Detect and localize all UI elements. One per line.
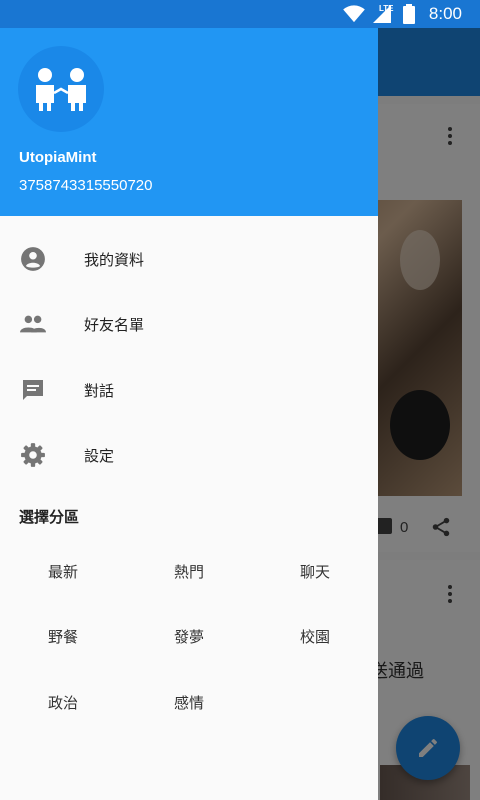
settings-icon: [20, 442, 46, 468]
menu-item-friends-list[interactable]: 好友名單: [0, 296, 378, 352]
navigation-drawer: UtopiaMint 3758743315550720 我的資料 好友名單 對話: [0, 0, 378, 800]
category-popular[interactable]: 熱門: [139, 551, 239, 591]
network-type-label: LTE: [379, 4, 394, 13]
clock: 8:00: [428, 4, 462, 23]
menu-item-label: 對話: [84, 381, 115, 400]
menu-item-conversations[interactable]: 對話: [0, 362, 378, 418]
avatar[interactable]: [18, 46, 104, 132]
category-campus[interactable]: 校園: [265, 616, 365, 656]
user-id: 3758743315550720: [19, 177, 153, 194]
category-picnic[interactable]: 野餐: [13, 616, 113, 656]
menu-item-my-profile[interactable]: 我的資料: [0, 231, 378, 287]
menu-item-label: 我的資料: [84, 250, 145, 269]
drawer-header: UtopiaMint 3758743315550720: [0, 0, 378, 216]
menu-item-label: 好友名單: [84, 315, 145, 334]
menu-item-settings[interactable]: 設定: [0, 427, 378, 483]
menu-item-label: 設定: [84, 446, 115, 465]
chat-icon: [20, 377, 46, 403]
username: UtopiaMint: [19, 149, 97, 166]
battery-icon: [402, 4, 415, 24]
account-circle-icon: [20, 246, 46, 272]
category-dream[interactable]: 發夢: [139, 616, 239, 656]
category-politics[interactable]: 政治: [13, 682, 113, 722]
people-icon: [20, 311, 46, 337]
category-relationships[interactable]: 感情: [139, 682, 239, 722]
friends-avatar-icon: [36, 68, 86, 111]
section-title: 選擇分區: [19, 508, 80, 526]
wifi-icon: [343, 5, 365, 23]
category-latest[interactable]: 最新: [13, 551, 113, 591]
category-chat[interactable]: 聊天: [265, 551, 365, 591]
status-bar: LTE 8:00: [0, 0, 480, 28]
